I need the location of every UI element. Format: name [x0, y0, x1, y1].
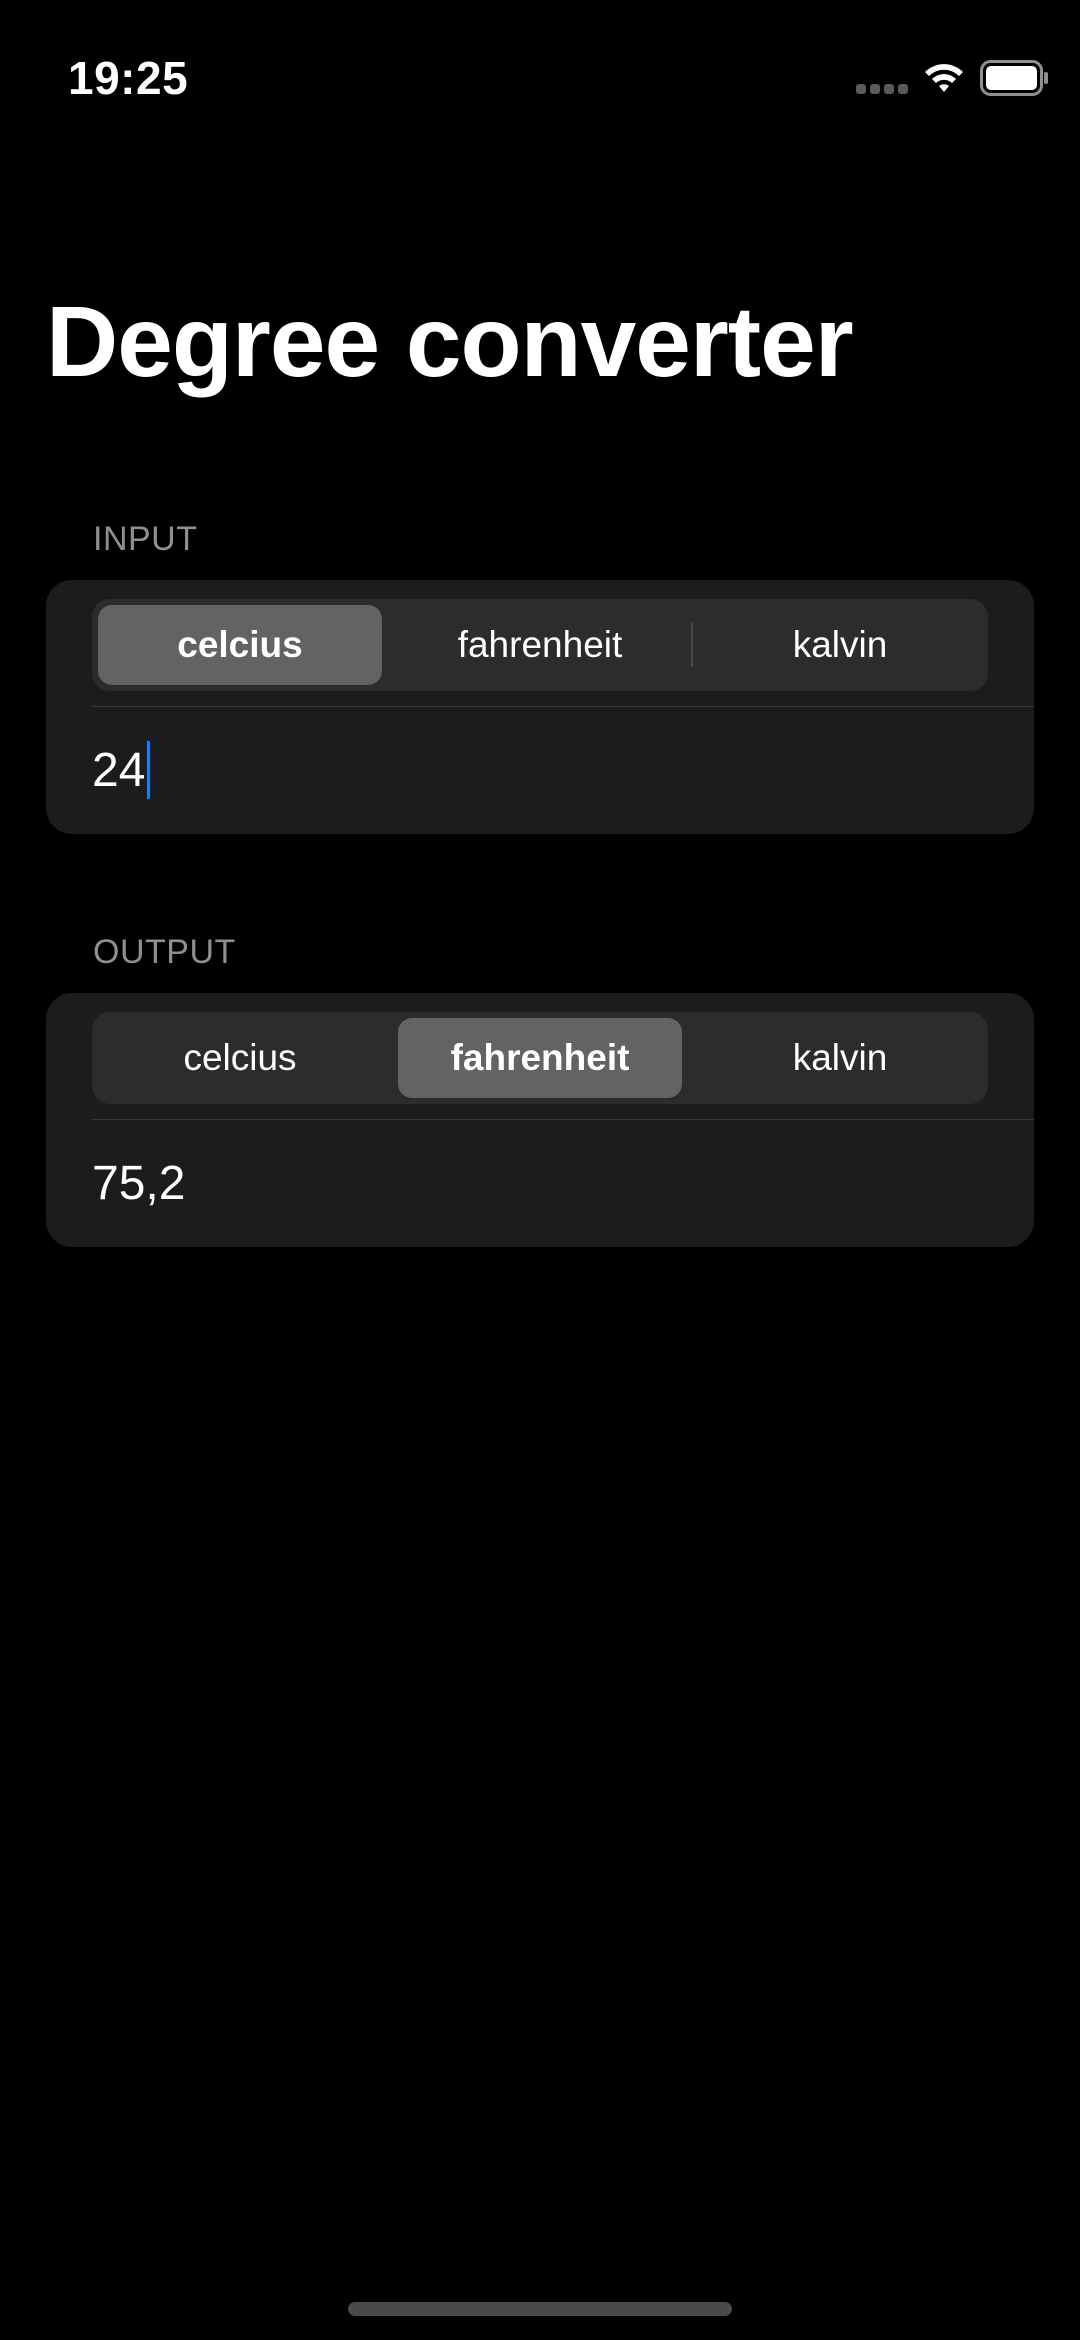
segment-divider: [691, 623, 693, 667]
text-cursor: [147, 741, 151, 799]
input-card: celcius fahrenheit kalvin 24: [46, 580, 1034, 834]
input-segment-celcius[interactable]: celcius: [98, 605, 382, 685]
output-value-field: 75,2: [92, 1119, 988, 1247]
input-section-header: INPUT: [93, 520, 198, 558]
output-segment-celcius[interactable]: celcius: [98, 1018, 382, 1098]
input-value-text: 24: [92, 743, 146, 797]
output-segment-kalvin[interactable]: kalvin: [698, 1018, 982, 1098]
page-title: Degree converter: [46, 286, 854, 398]
output-unit-picker: celcius fahrenheit kalvin: [92, 1012, 988, 1104]
output-section-header: OUTPUT: [93, 933, 236, 971]
signal-icon: [856, 84, 908, 94]
status-time: 19:25: [68, 52, 189, 104]
input-segment-kalvin[interactable]: kalvin: [698, 605, 982, 685]
home-indicator[interactable]: [348, 2302, 732, 2316]
wifi-icon: [925, 64, 963, 92]
output-value-text: 75,2: [92, 1156, 186, 1210]
battery-icon: [980, 60, 1048, 96]
input-unit-picker: celcius fahrenheit kalvin: [92, 599, 988, 691]
output-card: celcius fahrenheit kalvin 75,2: [46, 993, 1034, 1247]
input-segment-fahrenheit[interactable]: fahrenheit: [398, 605, 682, 685]
output-segment-fahrenheit[interactable]: fahrenheit: [398, 1018, 682, 1098]
input-value-field[interactable]: 24: [92, 706, 988, 834]
